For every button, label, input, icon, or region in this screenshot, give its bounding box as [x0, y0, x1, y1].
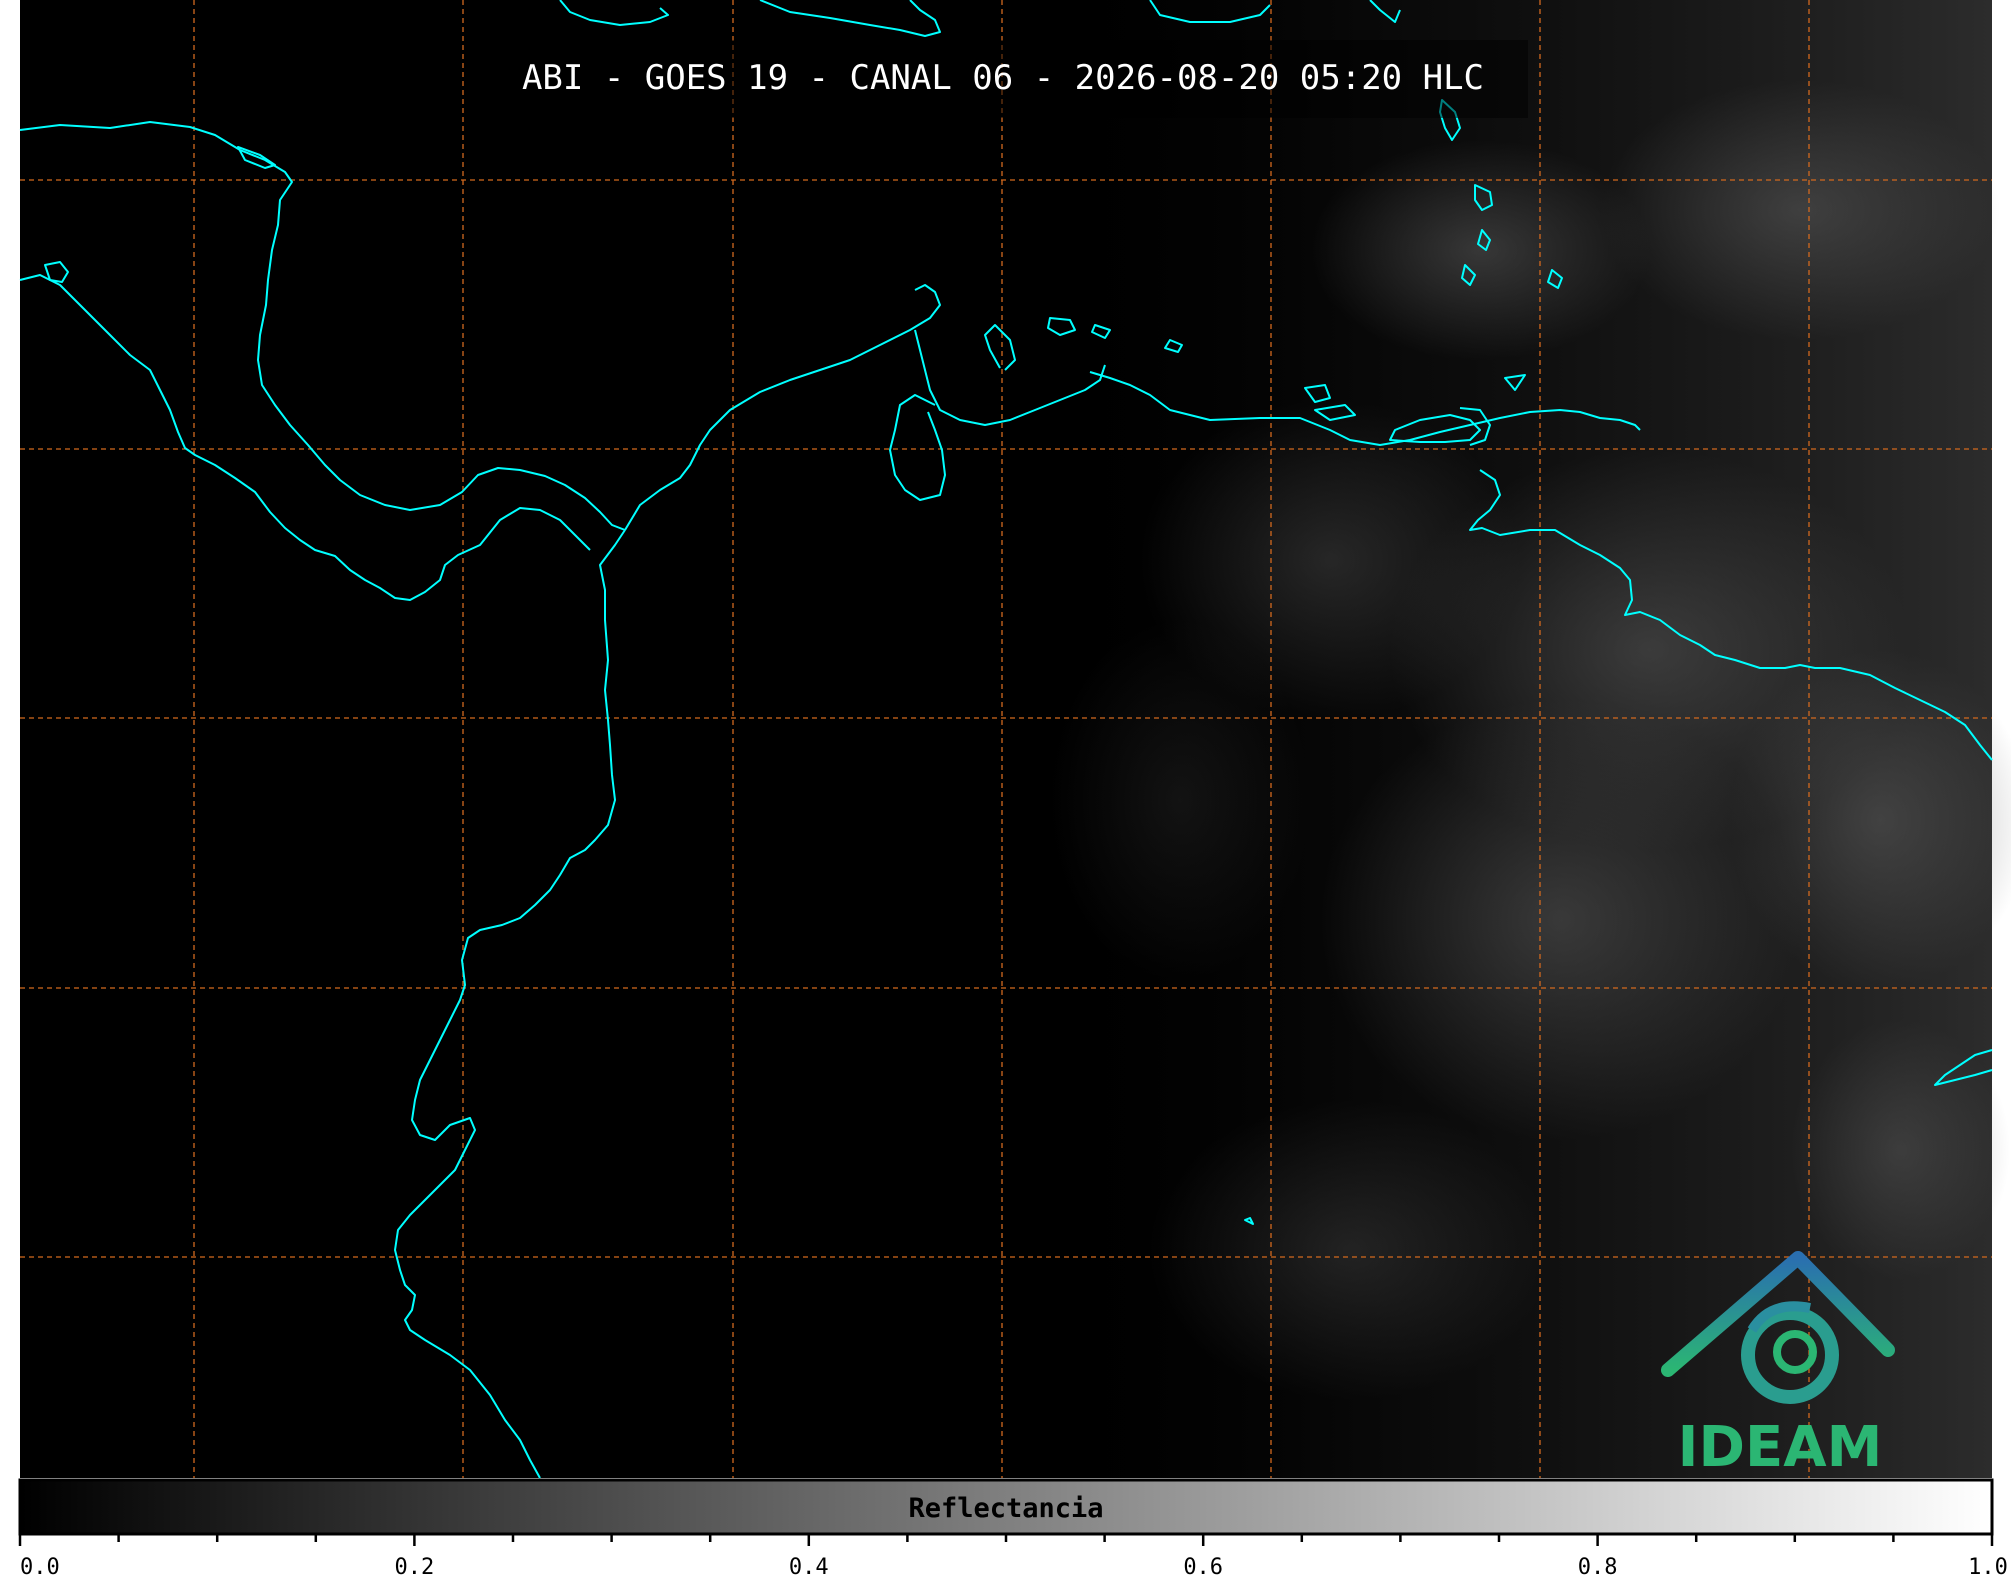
map-canvas: ABI - GOES 19 - CANAL 06 - 2026-08-20 05… — [18, 0, 2011, 1577]
colorbar-tick-label: 0.8 — [1578, 1555, 1618, 1577]
colorbar-tick-label: 0.2 — [395, 1555, 435, 1577]
colorbar-tick-label: 1.0 — [1968, 1555, 2008, 1577]
colorbar-tick-label: 0.4 — [789, 1555, 829, 1577]
title-text: ABI - GOES 19 - CANAL 06 - 2026-08-20 05… — [522, 58, 1484, 98]
cloud-field — [1020, 0, 2011, 1478]
satellite-map-view: ABI - GOES 19 - CANAL 06 - 2026-08-20 05… — [0, 0, 2011, 1577]
logo-text: IDEAM — [1678, 1415, 1883, 1480]
colorbar-label: Reflectancia — [908, 1493, 1103, 1524]
map-title: ABI - GOES 19 - CANAL 06 - 2026-08-20 05… — [522, 40, 1528, 118]
colorbar-tick-label: 0.6 — [1183, 1555, 1223, 1577]
colorbar-tick-label: 0.0 — [20, 1555, 60, 1577]
colorbar-ticks — [18, 1534, 1994, 1546]
colorbar-tick-labels: 0.0 0.2 0.4 0.6 0.8 1.0 — [20, 1555, 2008, 1577]
colorbar: Reflectancia 0.0 0.2 0.4 0.6 0.8 1.0 — [18, 1478, 2008, 1577]
